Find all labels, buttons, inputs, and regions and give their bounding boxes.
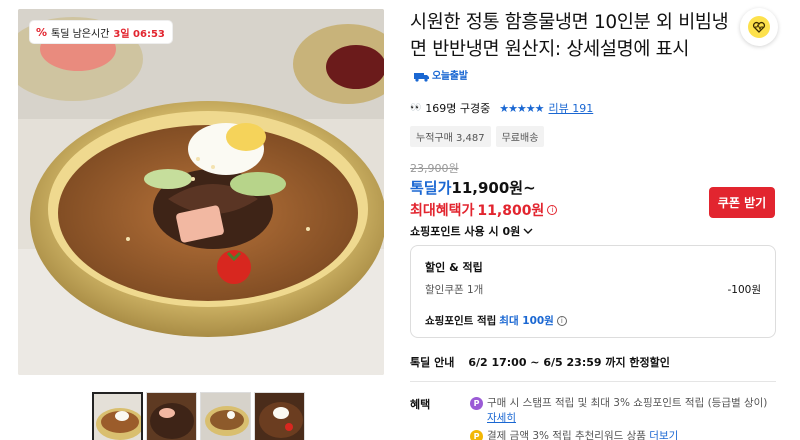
deal-info-period: 6/2 17:00 ~ 6/5 23:59 까지 한정할인 <box>468 356 670 369</box>
thumbnail-list <box>92 392 305 440</box>
deal-price: 톡딜가11,900원~ <box>410 177 536 198</box>
tag-free-shipping: 무료배송 <box>495 126 545 147</box>
product-stats: 👀 169명 구경중 ★★★★★ 리뷰 191 <box>410 100 593 116</box>
benefit-item-stamp: P 구매 시 스탬프 적립 및 최대 3% 쇼핑포인트 적립 (등급별 상이) … <box>470 396 780 426</box>
product-title: 시원한 정통 함흥물냉면 10인분 외 비빔냉면 반반냉면 원산지: 상세설명에… <box>410 9 730 93</box>
points-earn-label: 쇼핑포인트 적립 <box>425 315 497 327</box>
deal-price-value: 11,900원~ <box>451 179 536 197</box>
discount-box: 할인 & 적립 할인쿠폰 1개 -100원 쇼핑포인트 적립 최대 100원 i <box>410 245 776 338</box>
discount-box-header: 할인 & 적립 <box>425 261 483 274</box>
product-tags: 누적구매 3,487 무료배송 <box>410 126 545 147</box>
benefit-item-text: 구매 시 스탬프 적립 및 최대 3% 쇼핑포인트 적립 (등급별 상이) 자세… <box>487 396 780 426</box>
original-price: 23,900원 <box>410 162 459 175</box>
heart-icon <box>748 16 770 38</box>
max-benefit-label: 최대혜택가 <box>410 203 475 219</box>
deal-timer-label: 톡딜 남은시간 <box>51 28 110 40</box>
discount-coupon-row: 할인쿠폰 1개 -100원 <box>425 282 761 297</box>
max-benefit-value: 11,800원 <box>477 203 545 219</box>
discount-coupon-amount: -100원 <box>727 284 762 296</box>
max-benefit-price: 최대혜택가 11,800원 i <box>410 200 558 220</box>
benefits-label: 혜택 <box>410 398 431 411</box>
tag-cumulative-purchase: 누적구매 3,487 <box>410 126 491 147</box>
benefit-item-text: 결제 금액 3% 적립 추천리워드 상품 더보기 <box>487 429 678 440</box>
truck-icon <box>414 72 429 82</box>
reward-coin-icon: P <box>470 430 483 440</box>
eyes-icon: 👀 <box>410 103 421 113</box>
deal-timer-badge: % 톡딜 남은시간 3일 06:53 <box>30 21 172 43</box>
info-icon[interactable]: i <box>547 205 558 215</box>
deal-price-label: 톡딜가 <box>410 179 452 197</box>
favorite-heart-button[interactable] <box>740 8 778 46</box>
thumbnail-1[interactable] <box>92 392 143 440</box>
points-earn-row: 쇼핑포인트 적립 최대 100원 i <box>425 313 567 328</box>
points-usage-toggle[interactable]: 쇼핑포인트 사용 시 0원 <box>410 223 533 239</box>
chevron-down-icon <box>523 228 533 234</box>
coupon-button[interactable]: 쿠폰 받기 <box>709 187 775 218</box>
points-usage-label: 쇼핑포인트 사용 시 0원 <box>410 225 521 238</box>
rating-stars: ★★★★★ <box>499 101 544 115</box>
benefit-detail-link[interactable]: 자세히 <box>487 412 516 424</box>
benefit-item-reward: P 결제 금액 3% 적립 추천리워드 상품 더보기 <box>470 429 780 440</box>
benefit-item-2-text: 결제 금액 3% 적립 추천리워드 상품 <box>487 430 646 440</box>
review-link[interactable]: 리뷰 191 <box>549 100 594 116</box>
thumbnail-3[interactable] <box>200 392 251 440</box>
benefit-more-link[interactable]: 더보기 <box>649 430 678 440</box>
viewer-count: 169명 구경중 <box>425 102 491 115</box>
info-icon[interactable]: i <box>556 315 567 326</box>
thumbnail-4[interactable] <box>254 392 305 440</box>
main-product-image[interactable] <box>18 9 384 375</box>
thumbnail-2[interactable] <box>146 392 197 440</box>
discount-coupon-label: 할인쿠폰 1개 <box>425 284 484 296</box>
deal-info: 톡딜 안내 6/2 17:00 ~ 6/5 23:59 까지 한정할인 <box>410 354 670 370</box>
shipping-badge-label: 오늘출발 <box>432 71 468 82</box>
benefit-item-1-text: 구매 시 스탬프 적립 및 최대 3% 쇼핑포인트 적립 (등급별 상이) <box>487 397 768 409</box>
percent-icon: % <box>36 25 48 39</box>
deal-info-label: 톡딜 안내 <box>410 356 455 369</box>
point-p-icon: P <box>470 397 483 410</box>
points-earn-highlight: 최대 100원 <box>499 315 554 327</box>
product-title-text: 시원한 정통 함흥물냉면 10인분 외 비빔냉면 반반냉면 원산지: 상세설명에… <box>410 12 729 60</box>
deal-timer-time: 3일 06:53 <box>113 28 165 40</box>
divider <box>410 381 776 382</box>
shipping-badge: 오늘출발 <box>414 63 468 90</box>
